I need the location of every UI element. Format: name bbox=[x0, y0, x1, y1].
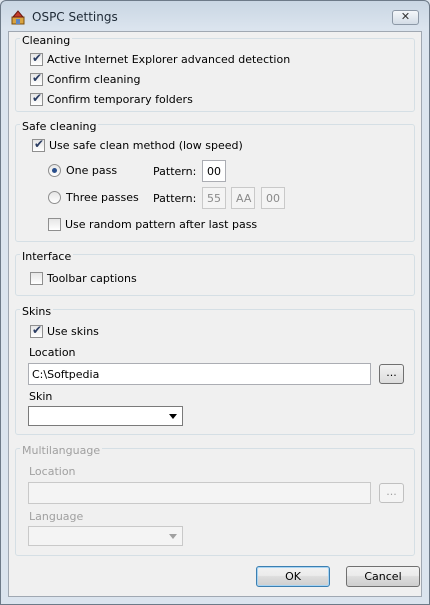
radio-circle[interactable] bbox=[48, 191, 61, 204]
safe-clean-label: Use safe clean method (low speed) bbox=[49, 139, 243, 152]
random-pattern-checkbox[interactable]: Use random pattern after last pass bbox=[48, 218, 257, 231]
chevron-down-icon bbox=[169, 534, 177, 539]
cleaning-group-title: Cleaning bbox=[20, 34, 73, 47]
three-pass-pattern-2[interactable]: AA bbox=[231, 187, 255, 209]
checkbox-box[interactable] bbox=[32, 137, 45, 152]
multilanguage-location-input[interactable] bbox=[28, 482, 371, 504]
safe-clean-checkbox[interactable]: Use safe clean method (low speed) bbox=[32, 137, 243, 152]
safe-cleaning-group-title: Safe cleaning bbox=[20, 120, 99, 133]
multilanguage-location-label: Location bbox=[29, 465, 76, 478]
checkbox-box[interactable] bbox=[30, 272, 43, 285]
ospc-app-icon bbox=[11, 10, 25, 25]
one-pass-pattern-field[interactable]: 00 bbox=[202, 160, 226, 182]
window-title: OSPC Settings bbox=[32, 10, 118, 24]
skin-select[interactable] bbox=[28, 406, 183, 426]
one-pass-radio[interactable]: One pass bbox=[48, 164, 117, 177]
close-icon: ✕ bbox=[400, 10, 411, 23]
three-pass-pattern-1[interactable]: 55 bbox=[202, 187, 226, 209]
close-button[interactable]: ✕ bbox=[392, 10, 419, 25]
confirm-temp-folders-label: Confirm temporary folders bbox=[47, 93, 193, 106]
cleaning-group: Cleaning Active Internet Explorer advanc… bbox=[15, 34, 415, 112]
multilanguage-group: Multilanguage Location ... Language bbox=[15, 444, 415, 556]
confirm-cleaning-checkbox[interactable]: Confirm cleaning bbox=[30, 71, 141, 86]
skins-location-input[interactable]: C:\Softpedia bbox=[28, 363, 371, 385]
three-passes-pattern-label: Pattern: bbox=[153, 192, 197, 205]
use-skins-label: Use skins bbox=[47, 325, 99, 338]
skins-location-label: Location bbox=[29, 346, 76, 359]
use-skins-checkbox[interactable]: Use skins bbox=[30, 323, 99, 338]
title-bar[interactable]: OSPC Settings ✕ bbox=[1, 1, 429, 31]
interface-group: Interface Toolbar captions bbox=[15, 250, 415, 296]
toolbar-captions-label: Toolbar captions bbox=[47, 272, 137, 285]
checkbox-box[interactable] bbox=[48, 218, 61, 231]
skin-label: Skin bbox=[29, 390, 53, 403]
random-pattern-label: Use random pattern after last pass bbox=[65, 218, 258, 231]
ok-button[interactable]: OK bbox=[256, 566, 330, 587]
checkbox-box[interactable] bbox=[30, 323, 43, 338]
language-select[interactable] bbox=[28, 526, 183, 546]
dialog-body: Cleaning Active Internet Explorer advanc… bbox=[8, 31, 422, 597]
interface-group-title: Interface bbox=[20, 250, 74, 263]
toolbar-captions-checkbox[interactable]: Toolbar captions bbox=[30, 272, 137, 285]
three-pass-pattern-3[interactable]: 00 bbox=[261, 187, 285, 209]
confirm-temp-folders-checkbox[interactable]: Confirm temporary folders bbox=[30, 91, 193, 106]
one-pass-label: One pass bbox=[66, 164, 118, 177]
skins-browse-button[interactable]: ... bbox=[379, 364, 404, 384]
checkbox-box[interactable] bbox=[30, 71, 43, 86]
settings-window: OSPC Settings ✕ Cleaning Active Internet… bbox=[0, 0, 430, 605]
safe-cleaning-group: Safe cleaning Use safe clean method (low… bbox=[15, 120, 415, 242]
three-passes-label: Three passes bbox=[66, 191, 139, 204]
ie-detection-checkbox[interactable]: Active Internet Explorer advanced detect… bbox=[30, 51, 291, 66]
multilanguage-group-title: Multilanguage bbox=[20, 444, 103, 457]
multilanguage-browse-button[interactable]: ... bbox=[379, 483, 404, 503]
checkbox-box[interactable] bbox=[30, 91, 43, 106]
skins-group: Skins Use skins Location C:\Softpedia ..… bbox=[15, 305, 415, 435]
checkbox-box[interactable] bbox=[30, 51, 43, 66]
chevron-down-icon bbox=[169, 414, 177, 419]
ie-detection-label: Active Internet Explorer advanced detect… bbox=[47, 53, 291, 66]
one-pass-pattern-label: Pattern: bbox=[153, 165, 197, 178]
confirm-cleaning-label: Confirm cleaning bbox=[47, 73, 141, 86]
skins-group-title: Skins bbox=[20, 305, 54, 318]
cancel-button[interactable]: Cancel bbox=[346, 566, 420, 587]
radio-circle[interactable] bbox=[48, 164, 61, 177]
language-label: Language bbox=[29, 510, 84, 523]
three-passes-radio[interactable]: Three passes bbox=[48, 191, 139, 204]
